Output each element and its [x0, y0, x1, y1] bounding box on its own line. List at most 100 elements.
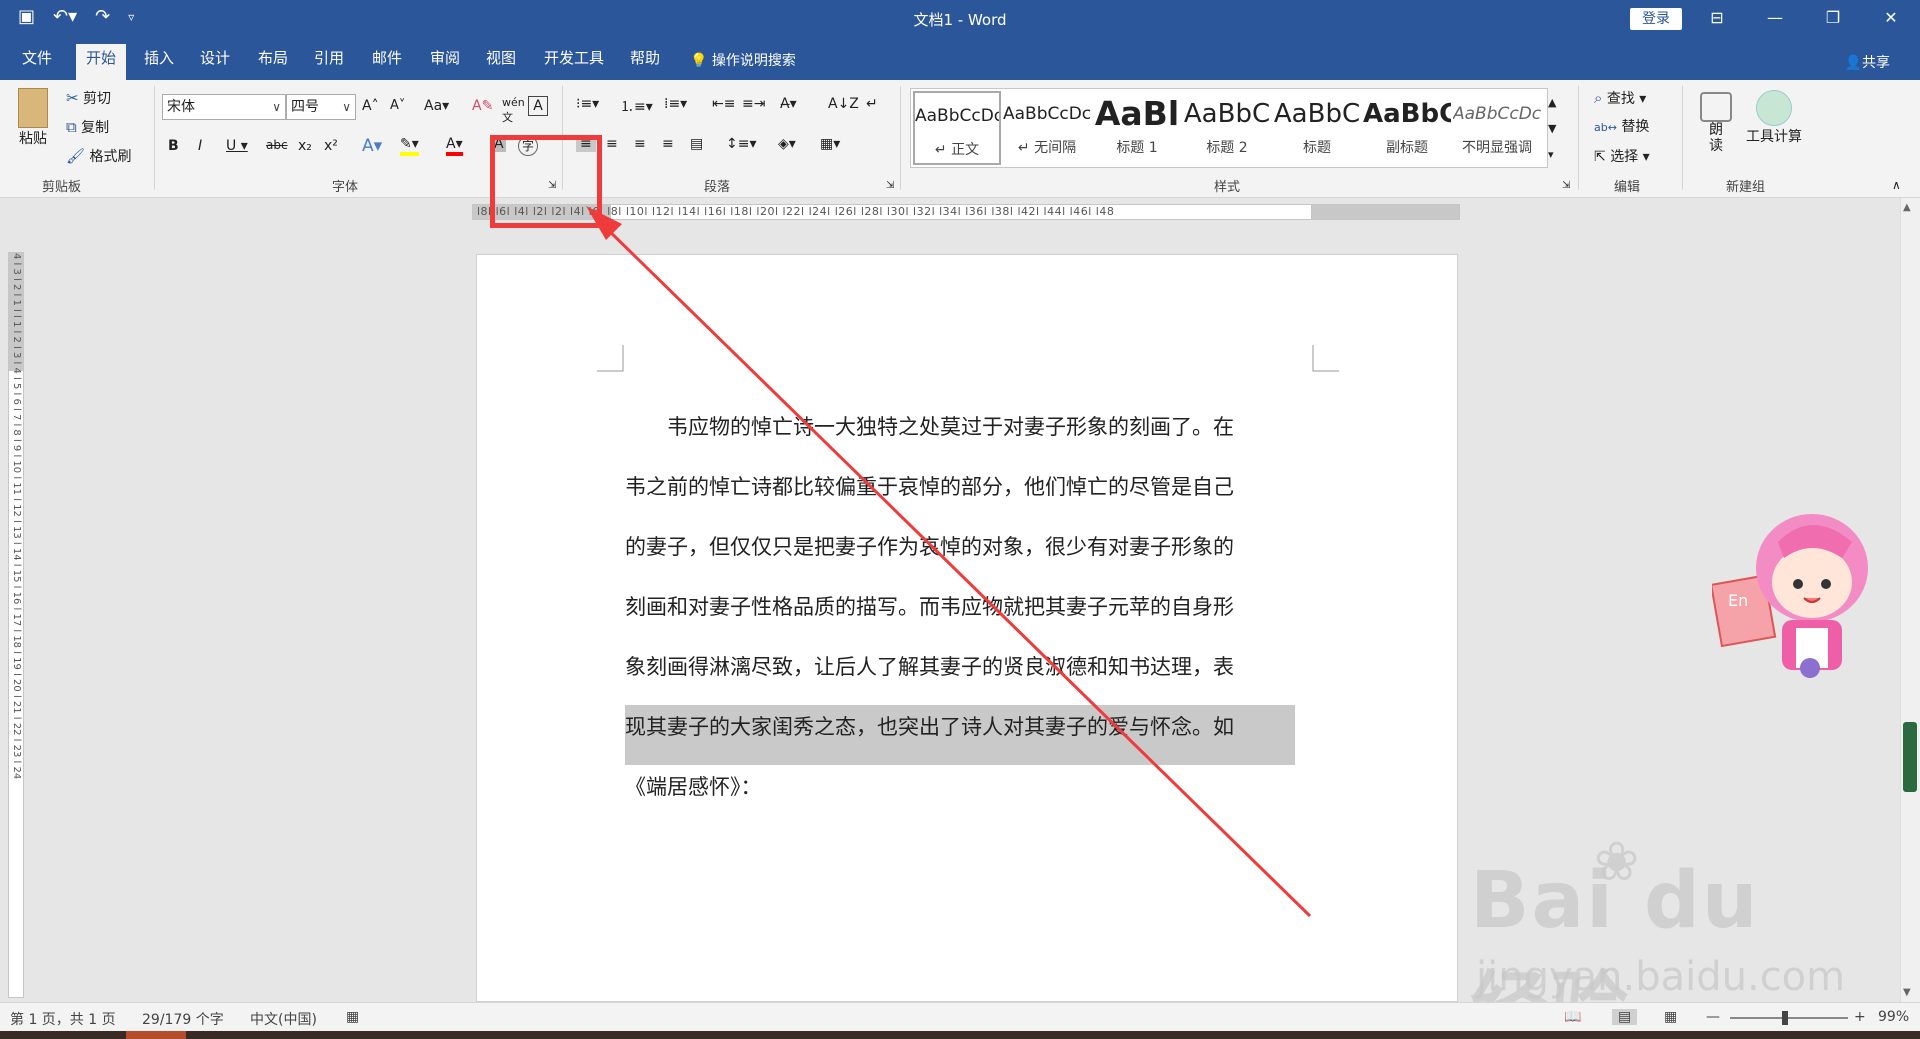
page-count[interactable]: 第 1 页，共 1 页 [10, 1009, 116, 1029]
tab-developer[interactable]: 开发工具 [534, 44, 614, 72]
multilevel-list-icon[interactable]: ⁞≡▾ [664, 96, 687, 112]
show-marks-icon[interactable]: ↵ [866, 96, 878, 112]
numbering-icon[interactable]: ⒈≡▾ [620, 96, 653, 116]
copy-button[interactable]: ⧉ 复制 [66, 117, 109, 137]
line-text: 现其妻子的大家闺秀之态，也突出了诗人对其妻子的爱与怀念。如 [625, 715, 1234, 739]
font-size-select[interactable]: 四号 ∨ [286, 94, 356, 120]
font-color-icon[interactable]: A▾ [446, 136, 463, 156]
document-page[interactable]: 韦应物的悼亡诗一大独特之处莫过于对妻子形象的刻画了。在 韦之前的悼亡诗都比较偏重… [476, 254, 1458, 1002]
tab-references[interactable]: 引用 [304, 44, 354, 72]
italic-icon[interactable]: I [198, 138, 202, 154]
web-layout-icon[interactable]: ▦ [1664, 1009, 1677, 1025]
replace-button[interactable]: ab↔ 替换 [1594, 116, 1649, 136]
clear-format-icon[interactable]: A✎ [472, 98, 493, 114]
person-icon: 👤 [1844, 55, 1862, 71]
style-subtitle[interactable]: AaBbC 副标题 [1363, 91, 1451, 165]
grow-font-icon[interactable]: A˄ [362, 98, 379, 114]
tool-calc-button[interactable]: 工具计算 [1746, 90, 1802, 146]
paragraph-dialog-launcher-icon[interactable]: ⇲ [886, 180, 894, 191]
vertical-scrollbar[interactable]: ▲ ▼ [1900, 198, 1920, 1002]
share-button[interactable]: 👤共享 [1845, 52, 1890, 72]
cut-button[interactable]: ✂ 剪切 [66, 88, 111, 108]
change-case-icon[interactable]: Aa▾ [424, 98, 449, 114]
tab-layout[interactable]: 布局 [248, 44, 298, 72]
superscript-icon[interactable]: x² [324, 138, 338, 154]
zoom-out-icon[interactable]: — [1706, 1009, 1720, 1025]
style-name: 副标题 [1386, 140, 1428, 156]
zoom-thumb[interactable] [1782, 1011, 1788, 1025]
print-layout-icon[interactable]: ▤ [1612, 1009, 1638, 1025]
shrink-font-icon[interactable]: A˅ [390, 98, 405, 113]
macro-record-icon[interactable]: ▦ [346, 1009, 359, 1025]
line-spacing-icon[interactable]: ↕≡▾ [726, 136, 757, 152]
highlight-color-icon[interactable]: ✎▾ [400, 136, 419, 156]
styles-dialog-launcher-icon[interactable]: ⇲ [1562, 180, 1570, 191]
tab-mailings[interactable]: 邮件 [362, 44, 412, 72]
document-paragraph[interactable]: 韦应物的悼亡诗一大独特之处莫过于对妻子形象的刻画了。在 韦之前的悼亡诗都比较偏重… [625, 405, 1295, 825]
horizontal-ruler[interactable]: l8l l6l l4l l2l l2l l4l l6l l8l l10l l12… [472, 204, 1460, 220]
minimize-icon[interactable]: — [1746, 0, 1804, 36]
horizontal-ruler-area: l8l l6l l4l l2l l2l l4l l6l l8l l10l l12… [0, 198, 1920, 228]
justify-icon[interactable]: ≡ [662, 136, 674, 152]
style-name: 标题 1 [1116, 140, 1158, 156]
asian-layout-icon[interactable]: A̶▾ [780, 96, 797, 112]
style-title[interactable]: AaBbC 标题 [1273, 91, 1361, 165]
replace-icon: ab↔ [1594, 121, 1617, 134]
tab-home[interactable]: 开始 [76, 44, 127, 80]
restore-icon[interactable]: ❐ [1804, 0, 1862, 36]
tab-view[interactable]: 视图 [476, 44, 526, 72]
format-painter-button[interactable]: 🖌 格式刷 [66, 146, 132, 166]
tab-file[interactable]: 文件 [12, 44, 62, 72]
tab-design[interactable]: 设计 [190, 44, 240, 72]
tab-help[interactable]: 帮助 [620, 44, 670, 72]
paste-button[interactable]: 粘贴 [18, 88, 48, 148]
line-text: 韦应物的悼亡诗一大独特之处莫过于对妻子形象的刻画了。在 [667, 415, 1234, 439]
find-button[interactable]: ⌕ 查找 ▾ [1594, 88, 1646, 108]
style-no-spacing[interactable]: AaBbCcDc ↵ 无间隔 [1003, 91, 1091, 165]
scrollbar-thumb[interactable] [1903, 722, 1917, 792]
select-button[interactable]: ⇱ 选择 ▾ [1594, 146, 1650, 166]
style-heading-2[interactable]: AaBbC 标题 2 [1183, 91, 1271, 165]
shading-icon[interactable]: ◈▾ [778, 136, 796, 152]
font-family-select[interactable]: 宋体 ∨ [162, 94, 286, 120]
bold-icon[interactable]: B [168, 138, 179, 154]
language[interactable]: 中文(中国) [250, 1009, 317, 1029]
close-icon[interactable]: ✕ [1862, 0, 1920, 36]
sort-icon[interactable]: A↓Z [828, 96, 859, 112]
group-label-clipboard: 剪贴板 [42, 180, 82, 195]
decrease-indent-icon[interactable]: ⇤≡ [712, 96, 735, 112]
scroll-down-icon[interactable]: ▼ [1903, 987, 1911, 998]
ribbon-display-icon[interactable]: ⊟ [1688, 0, 1746, 36]
borders-icon[interactable]: ▦▾ [820, 136, 840, 152]
vertical-ruler[interactable]: 4 l 3 l 2 l 1 l l 1 l 2 l 3 l 4 l 5 l 6 … [8, 252, 24, 998]
styles-scroll-icon[interactable]: ▲ ▼ ▾ [1548, 90, 1556, 168]
subscript-icon[interactable]: x₂ [298, 138, 312, 154]
increase-indent-icon[interactable]: ≡⇥ [742, 96, 765, 112]
tab-insert[interactable]: 插入 [134, 44, 184, 72]
read-aloud-button[interactable]: 朗读 [1700, 92, 1732, 154]
read-mode-icon[interactable]: 📖 [1564, 1009, 1581, 1025]
text-effects-icon[interactable]: A▾ [362, 136, 382, 156]
style-normal[interactable]: AaBbCcDc ↵ 正文 [913, 91, 1001, 165]
strikethrough-icon[interactable]: abc [266, 138, 288, 152]
zoom-slider[interactable] [1730, 1017, 1848, 1019]
tell-me-search[interactable]: 💡 操作说明搜索 [690, 50, 796, 70]
zoom-in-icon[interactable]: + [1854, 1009, 1866, 1025]
align-center-icon[interactable]: ≡ [606, 136, 618, 152]
word-count[interactable]: 29/179 个字 [142, 1009, 224, 1029]
phonetic-guide-icon[interactable]: wén 文 [502, 96, 525, 125]
bullets-icon[interactable]: ⁝≡▾ [576, 96, 599, 112]
align-right-icon[interactable]: ≡ [634, 136, 646, 152]
zoom-level[interactable]: 99% [1878, 1009, 1909, 1025]
collapse-ribbon-icon[interactable]: ∧ [1892, 178, 1901, 192]
style-heading-1[interactable]: AaBl 标题 1 [1093, 91, 1181, 165]
scroll-up-icon[interactable]: ▲ [1903, 202, 1911, 213]
style-subtle-emphasis[interactable]: AaBbCcDc 不明显强调 [1453, 91, 1541, 165]
login-button[interactable]: 登录 [1630, 8, 1682, 30]
taskbar-item[interactable] [126, 1031, 186, 1039]
tab-review[interactable]: 审阅 [420, 44, 470, 72]
char-border-icon[interactable]: A [528, 96, 548, 116]
distributed-icon[interactable]: ▤ [690, 136, 703, 152]
underline-icon[interactable]: U ▾ [226, 138, 248, 154]
baidu-watermark: ❀ Bai du 经验 jingyan.baidu.com [1470, 830, 1845, 1039]
